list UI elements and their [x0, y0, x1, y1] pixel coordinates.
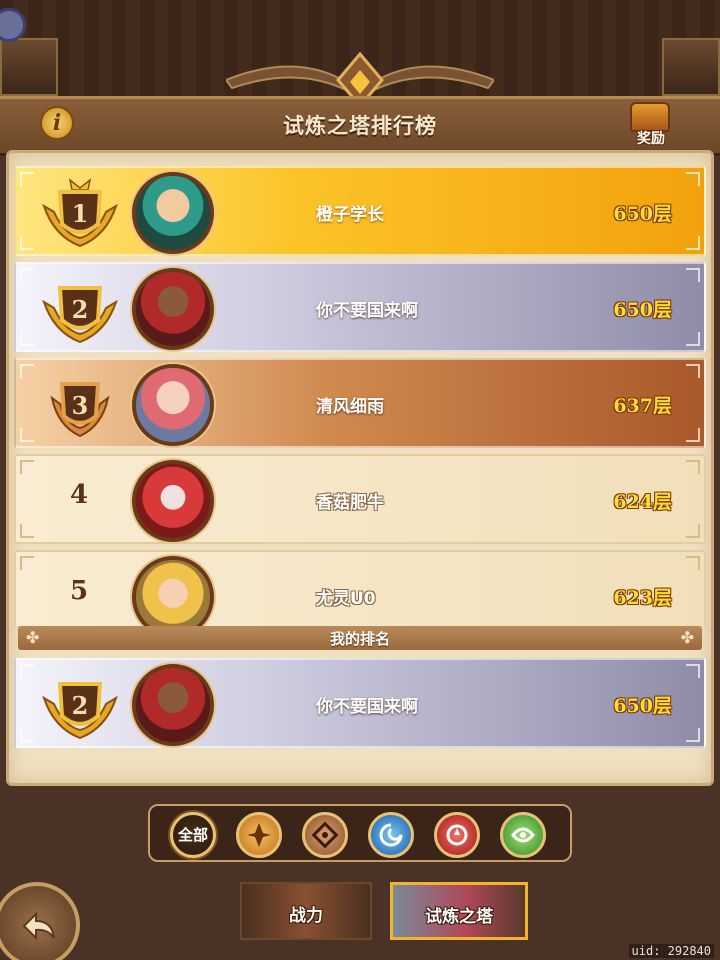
avatar[interactable] — [132, 664, 214, 746]
corner-ornament — [686, 460, 700, 474]
faction-earth-icon[interactable] — [302, 812, 348, 858]
corner-ornament — [686, 268, 700, 282]
leaderboard-row[interactable]: 5 尤灵U0 623层 — [14, 550, 706, 626]
info-icon[interactable]: i — [40, 106, 74, 140]
avatar[interactable] — [132, 364, 214, 446]
leaderboard-row[interactable]: 2 你不要国来啊 650层 — [14, 262, 706, 352]
rank-number: 4 — [69, 480, 89, 510]
rank-badge-silver-icon: 2 — [42, 682, 118, 740]
corner-ornament — [686, 236, 700, 250]
rank-number: 2 — [72, 295, 89, 324]
my-rank-row-wrapper: 2 你不要国来啊 650层 — [14, 658, 706, 748]
floor-count: 623层 — [613, 587, 672, 609]
rank-badge-silver-icon: 2 — [42, 286, 118, 344]
fleur-icon: ✤ — [680, 628, 694, 647]
corner-ornament — [686, 428, 700, 442]
right-pillar-decoration — [662, 38, 720, 96]
rank-number: 1 — [72, 199, 89, 228]
faction-filter-bar: 全部 — [148, 804, 572, 862]
corner-ornament — [20, 364, 34, 378]
rank-number: 5 — [69, 576, 89, 606]
tab-power-label: 战力 — [289, 906, 323, 926]
avatar[interactable] — [132, 556, 214, 626]
filter-all-button[interactable]: 全部 — [170, 812, 216, 858]
floor-count: 650层 — [613, 203, 672, 225]
my-rank-label: 我的排名 — [329, 630, 390, 648]
player-name: 你不要国来啊 — [316, 301, 418, 321]
floor-count: 650层 — [613, 695, 672, 717]
corner-ornament — [20, 556, 34, 570]
faction-light-icon[interactable] — [236, 812, 282, 858]
corner-ornament — [686, 332, 700, 346]
avatar[interactable] — [132, 268, 214, 350]
tab-power[interactable]: 战力 — [240, 882, 372, 940]
my-rank-header: ✤ 我的排名 ✤ — [18, 626, 702, 650]
leaderboard-row[interactable]: 3 清风细雨 637层 — [14, 358, 706, 448]
avatar[interactable] — [132, 460, 214, 542]
reward-label: 奖励 — [637, 131, 665, 147]
leaderboard-row[interactable]: 4 香菇肥牛 624层 — [14, 454, 706, 544]
floor-count: 624层 — [613, 491, 672, 513]
rank-number: 2 — [72, 691, 89, 720]
corner-ornament — [20, 236, 34, 250]
player-name: 清风细雨 — [316, 397, 384, 417]
my-rank-row[interactable]: 2 你不要国来啊 650层 — [14, 658, 706, 748]
tab-trial-tower[interactable]: 试炼之塔 — [390, 882, 528, 940]
back-button[interactable] — [0, 882, 80, 960]
corner-ornament — [686, 556, 700, 570]
left-pillar-decoration — [0, 38, 58, 96]
floor-count: 637层 — [613, 395, 672, 417]
faction-water-icon[interactable] — [368, 812, 414, 858]
page-title: 试炼之塔排行榜 — [283, 114, 437, 138]
back-arrow-icon — [22, 911, 55, 941]
leaderboard-list[interactable]: 1 橙子学长 650层 2 你不要国来啊 650层 3 清风细雨 637层 4 … — [14, 166, 706, 626]
player-name: 香菇肥牛 — [316, 493, 384, 513]
faction-fire-icon[interactable] — [434, 812, 480, 858]
player-name: 橙子学长 — [316, 205, 384, 225]
floor-count: 650层 — [613, 299, 672, 321]
leaderboard-row[interactable]: 1 橙子学长 650层 — [14, 166, 706, 256]
reward-button[interactable]: 奖励 — [626, 100, 676, 148]
corner-ornament — [20, 172, 34, 186]
corner-ornament — [686, 664, 700, 678]
corner-ornament — [20, 332, 34, 346]
corner-ornament — [20, 428, 34, 442]
corner-ornament — [20, 268, 34, 282]
tab-trial-tower-label: 试炼之塔 — [425, 907, 493, 927]
faction-wind-icon[interactable] — [500, 812, 546, 858]
player-name: 你不要国来啊 — [316, 697, 418, 717]
avatar[interactable] — [132, 172, 214, 254]
corner-ornament — [686, 524, 700, 538]
rank-badge-gold-icon: 1 — [42, 178, 118, 248]
corner-ornament — [686, 728, 700, 742]
corner-ornament — [20, 524, 34, 538]
corner-ornament — [20, 728, 34, 742]
corner-ornament — [686, 172, 700, 186]
rank-number: 3 — [72, 391, 89, 420]
uid-label: uid: 292840 — [628, 944, 714, 958]
rank-badge-bronze-icon: 3 — [50, 382, 110, 438]
corner-ornament — [686, 364, 700, 378]
corner-ornament — [20, 664, 34, 678]
corner-ornament — [20, 460, 34, 474]
player-name: 尤灵U0 — [316, 589, 376, 609]
